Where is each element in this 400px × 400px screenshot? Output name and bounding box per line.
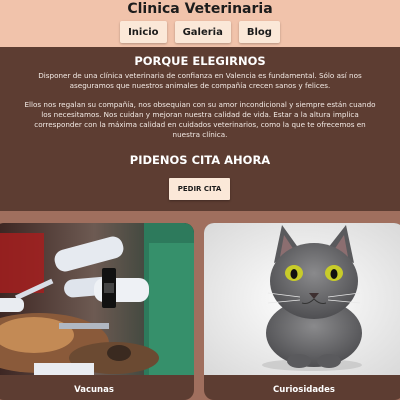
cat-image [204, 223, 400, 375]
vaccines-card[interactable]: Vacunas [0, 223, 194, 400]
why-choose-section: PORQUE ELEGIRNOS Disponer de una clínica… [0, 47, 400, 211]
nav-galeria-button[interactable]: Galeria [174, 21, 231, 43]
main-nav: Inicio Galeria Blog [0, 21, 400, 43]
vaccines-image [0, 223, 194, 375]
nav-blog-button[interactable]: Blog [238, 21, 280, 43]
book-appointment-button[interactable]: PEDIR CITA [169, 178, 230, 200]
detail-paragraph: Ellos nos regalan su compañía, nos obseq… [24, 100, 376, 139]
cta-heading: PIDENOS CITA AHORA [129, 153, 271, 167]
vaccines-caption: Vacunas [74, 385, 114, 395]
site-header: Clinica Veterinaria Inicio Galeria Blog [0, 0, 400, 47]
intro-paragraph: Disponer de una clínica veterinaria de c… [38, 71, 362, 90]
nav-inicio-button[interactable]: Inicio [120, 21, 167, 43]
curiosities-card[interactable]: Curiosidades [204, 223, 400, 400]
section-heading: PORQUE ELEGIRNOS [134, 54, 266, 68]
curiosities-caption: Curiosidades [273, 385, 335, 395]
site-title: Clinica Veterinaria [127, 1, 273, 17]
